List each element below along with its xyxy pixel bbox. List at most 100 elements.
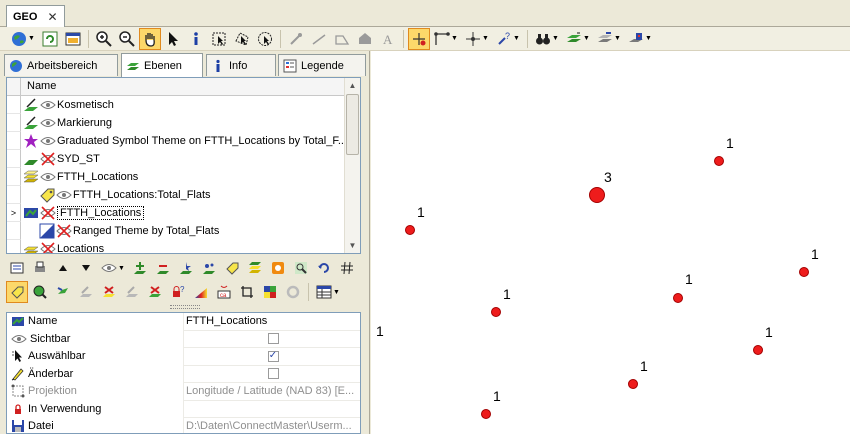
refresh-icon[interactable]: [39, 28, 61, 50]
zoom-in-icon[interactable]: [93, 28, 115, 50]
layer-row[interactable]: SYD_ST: [7, 150, 360, 168]
map-point-large[interactable]: [589, 187, 605, 203]
property-row-projektion[interactable]: Projektion Longitude / Latitude (NAD 83)…: [7, 382, 360, 401]
ranged-gradient-icon[interactable]: [190, 281, 212, 303]
undo-icon[interactable]: [313, 257, 335, 279]
hidden-eye-icon[interactable]: [40, 152, 56, 166]
scroll-up-icon[interactable]: ▲: [345, 78, 360, 93]
eye-icon[interactable]: [40, 117, 56, 129]
new-theme-icon[interactable]: [198, 257, 220, 279]
new-cosmetic-icon[interactable]: [175, 257, 197, 279]
layer-list-scrollbar[interactable]: ▲ ▼: [344, 78, 360, 253]
map-canvas[interactable]: 1 3 1 1 1 1 1 1 1 1: [371, 51, 850, 434]
eye-icon[interactable]: [40, 135, 56, 147]
label-layer-icon[interactable]: [221, 257, 243, 279]
target-icon[interactable]: ▼: [462, 28, 492, 50]
property-row-auswaehlbar[interactable]: Auswählbar ✓: [7, 347, 360, 366]
hash-icon[interactable]: [336, 257, 358, 279]
tab-ebenen[interactable]: Ebenen: [121, 53, 203, 77]
layer-row-selected[interactable]: > FTTH_Locations: [7, 204, 360, 222]
scroll-down-icon[interactable]: ▼: [345, 238, 360, 253]
print-icon[interactable]: [29, 257, 51, 279]
tab-geo[interactable]: GEO ✕: [6, 5, 65, 27]
query-icon[interactable]: [29, 281, 51, 303]
clear-selection-icon[interactable]: [98, 281, 120, 303]
snap-icon[interactable]: [408, 27, 430, 50]
map-point[interactable]: [405, 225, 415, 235]
aenderbar-checkbox[interactable]: [267, 368, 279, 380]
info-icon[interactable]: [185, 28, 207, 50]
binoculars-icon[interactable]: ▼: [532, 28, 562, 50]
hidden-eye-icon[interactable]: [40, 242, 56, 254]
analysis-icon[interactable]: ca: [213, 281, 235, 303]
grid-color-icon[interactable]: [259, 281, 281, 303]
auswaehlbar-checkbox[interactable]: ✓: [267, 350, 279, 362]
window-icon[interactable]: [62, 28, 84, 50]
pan-hand-icon[interactable]: [139, 27, 161, 50]
label-tool-icon[interactable]: [6, 281, 28, 303]
close-tab-icon[interactable]: ✕: [47, 10, 57, 24]
disabled-tool-icon[interactable]: [75, 281, 97, 303]
tab-arbeitsbereich[interactable]: Arbeitsbereich: [4, 54, 118, 76]
zoom-out-icon[interactable]: [116, 28, 138, 50]
scroll-thumb[interactable]: [346, 94, 359, 155]
hidden-eye-icon[interactable]: [56, 224, 72, 238]
text-icon[interactable]: A: [377, 28, 399, 50]
layer-row[interactable]: FTTH_Locations:Total_Flats: [7, 186, 360, 204]
layer-row[interactable]: Locations: [7, 240, 360, 254]
zoom-layer-icon[interactable]: [290, 257, 312, 279]
map-point[interactable]: [673, 293, 683, 303]
hidden-eye-icon[interactable]: [40, 206, 56, 220]
property-row-in-verwendung[interactable]: In Verwendung: [7, 400, 360, 418]
crop-icon[interactable]: [236, 281, 258, 303]
edit-node-icon[interactable]: [285, 28, 307, 50]
sichtbar-checkbox[interactable]: [267, 333, 279, 345]
globe-icon[interactable]: ▼: [8, 28, 38, 50]
eye-icon[interactable]: [56, 189, 72, 201]
layer-row[interactable]: Markierung: [7, 114, 360, 132]
property-row-sichtbar[interactable]: Sichtbar: [7, 330, 360, 348]
add-layer-icon[interactable]: [129, 257, 151, 279]
table-options-icon[interactable]: ▼: [313, 281, 343, 303]
group-layer-icon[interactable]: [244, 257, 266, 279]
property-row-aenderbar[interactable]: Änderbar: [7, 365, 360, 383]
select-rect-icon[interactable]: [208, 28, 230, 50]
map-point[interactable]: [481, 409, 491, 419]
layer-settings-icon[interactable]: ▼: [625, 28, 655, 50]
rectangle-icon[interactable]: [331, 28, 353, 50]
map-point[interactable]: [753, 345, 763, 355]
disabled-tool-icon[interactable]: [121, 281, 143, 303]
tab-info[interactable]: Info: [206, 54, 276, 76]
layer-edit-icon[interactable]: ▼: [594, 28, 624, 50]
eye-icon[interactable]: [40, 171, 56, 183]
map-point[interactable]: [714, 156, 724, 166]
property-row-name[interactable]: Name FTTH_Locations: [7, 313, 360, 331]
column-header-name[interactable]: Name: [21, 78, 56, 95]
remove-layer-icon[interactable]: [152, 257, 174, 279]
layer-add-icon[interactable]: ▼: [563, 28, 593, 50]
layer-props-icon[interactable]: [6, 257, 28, 279]
map-point[interactable]: [799, 267, 809, 277]
polygon-icon[interactable]: [354, 28, 376, 50]
eye-icon[interactable]: [40, 99, 56, 111]
splitter-grip[interactable]: [170, 305, 200, 309]
lock-query-icon[interactable]: ?: [167, 281, 189, 303]
select-polygon-icon[interactable]: [231, 28, 253, 50]
visibility-icon[interactable]: ▼: [98, 257, 128, 279]
tab-legende[interactable]: Legende: [278, 54, 366, 76]
pointer-icon[interactable]: [162, 28, 184, 50]
measure-icon[interactable]: ▼: [431, 28, 461, 50]
map-point[interactable]: [491, 307, 501, 317]
map-point[interactable]: [628, 379, 638, 389]
locate-icon[interactable]: ? ▼: [493, 28, 523, 50]
layer-row[interactable]: Ranged Theme by Total_Flats: [7, 222, 360, 240]
delete-objects-icon[interactable]: [144, 281, 166, 303]
select-radius-icon[interactable]: [254, 28, 276, 50]
layer-row[interactable]: FTTH_Locations: [7, 168, 360, 186]
pin-icon[interactable]: [52, 281, 74, 303]
property-value[interactable]: FTTH_Locations: [184, 315, 360, 327]
disabled-gear-icon[interactable]: [282, 281, 304, 303]
move-down-icon[interactable]: [75, 257, 97, 279]
property-row-datei[interactable]: Datei D:\Daten\ConnectMaster\Userm...: [7, 417, 360, 433]
line-icon[interactable]: [308, 28, 330, 50]
